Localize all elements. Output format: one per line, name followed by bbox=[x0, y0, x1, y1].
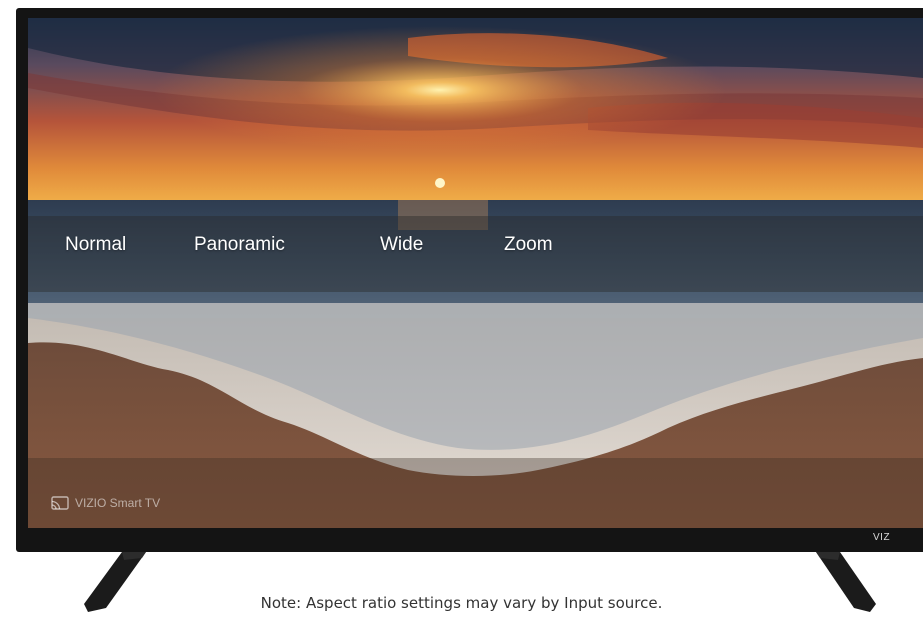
aspect-option-normal[interactable]: Normal bbox=[65, 234, 126, 256]
smart-tv-badge: VIZIO Smart TV bbox=[51, 494, 160, 512]
cast-icon bbox=[51, 496, 69, 510]
aspect-option-wide[interactable]: Wide bbox=[380, 234, 423, 256]
aspect-ratio-menu: Normal Panoramic Wide Zoom bbox=[28, 216, 923, 292]
tv-screen: Normal Panoramic Wide Zoom VIZIO Smart T… bbox=[28, 18, 923, 528]
aspect-option-zoom[interactable]: Zoom bbox=[504, 234, 553, 256]
aspect-option-panoramic[interactable]: Panoramic bbox=[194, 234, 285, 256]
smart-tv-label: VIZIO Smart TV bbox=[75, 496, 161, 510]
tv-brand-logo: VIZ bbox=[873, 532, 891, 543]
aspect-ratio-note: Note: Aspect ratio settings may vary by … bbox=[260, 594, 663, 612]
